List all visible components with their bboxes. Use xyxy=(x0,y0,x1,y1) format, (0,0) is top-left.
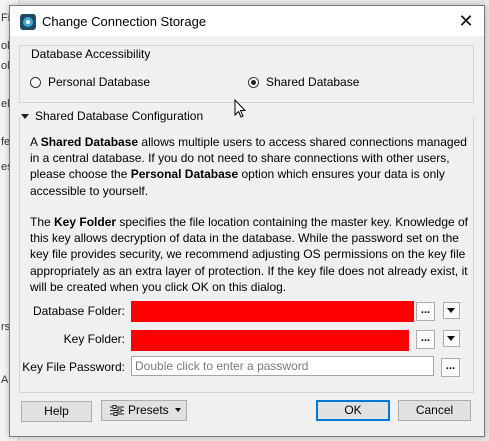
personal-database-term: Personal Database xyxy=(130,167,239,182)
cancel-button[interactable]: Cancel xyxy=(398,400,471,421)
presets-label: Presets xyxy=(128,403,169,417)
key-folder-label: Key Folder: xyxy=(63,332,125,346)
ok-button[interactable]: OK xyxy=(316,400,390,421)
title-bar[interactable]: Change Connection Storage ✕ xyxy=(10,6,484,36)
close-button[interactable]: ✕ xyxy=(448,6,484,36)
chevron-down-icon xyxy=(447,308,455,313)
key-folder-description: The Key Folder specifies the file locati… xyxy=(30,215,469,294)
database-folder-browse-button[interactable]: ... xyxy=(416,302,435,321)
database-folder-dropdown-button[interactable] xyxy=(443,302,460,319)
window-title: Change Connection Storage xyxy=(42,14,207,29)
shared-database-option[interactable]: Shared Database xyxy=(248,75,359,89)
presets-button[interactable]: Presets xyxy=(101,400,187,421)
shared-database-configuration-label: Shared Database Configuration xyxy=(35,109,204,123)
key-folder-dropdown-button[interactable] xyxy=(443,330,460,347)
shared-database-label: Shared Database xyxy=(266,75,360,89)
shared-database-configuration-toggle[interactable]: Shared Database Configuration xyxy=(21,109,203,123)
database-folder-label: Database Folder: xyxy=(32,304,125,318)
personal-database-label: Personal Database xyxy=(48,75,151,89)
database-accessibility-label: Database Accessibility xyxy=(29,47,153,61)
mouse-cursor-icon xyxy=(234,99,247,118)
change-connection-storage-dialog: Change Connection Storage ✕ Database Acc… xyxy=(9,5,485,437)
sliders-icon xyxy=(110,405,124,416)
chevron-down-icon xyxy=(447,336,455,341)
key-folder-field-redacted[interactable] xyxy=(131,330,409,351)
shared-database-radio[interactable] xyxy=(248,76,259,88)
help-button[interactable]: Help xyxy=(21,401,92,422)
personal-database-radio[interactable] xyxy=(30,76,41,88)
database-folder-field-redacted[interactable] xyxy=(131,301,414,322)
shared-database-description: A Shared Database allows multiple users … xyxy=(30,135,467,198)
app-logo-icon xyxy=(20,14,36,30)
personal-database-option[interactable]: Personal Database xyxy=(30,75,150,89)
shared-database-term: Shared Database xyxy=(40,135,139,149)
key-file-password-input[interactable] xyxy=(131,356,434,376)
key-file-password-browse-button[interactable]: ... xyxy=(441,358,460,377)
key-folder-browse-button[interactable]: ... xyxy=(416,330,435,349)
chevron-down-icon xyxy=(21,113,29,119)
key-file-password-label: Key File Password: xyxy=(22,360,125,374)
key-folder-term: Key Folder xyxy=(54,215,117,229)
chevron-down-icon xyxy=(175,408,181,412)
